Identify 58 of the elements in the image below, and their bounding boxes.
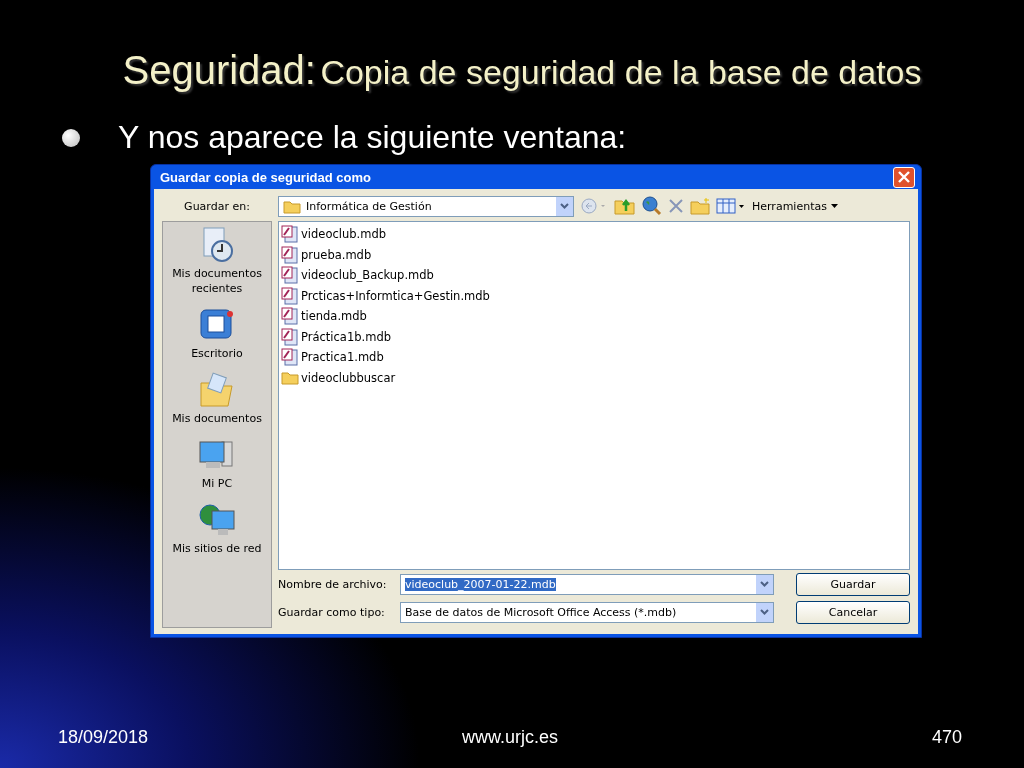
caret-icon (760, 581, 769, 587)
places-item[interactable]: Mi PC (167, 436, 267, 491)
file-item[interactable]: Practica1.mdb (301, 350, 384, 365)
folder-icon (283, 198, 301, 214)
database-file-icon (281, 327, 299, 346)
dropdown-button[interactable] (756, 574, 773, 594)
slide-date: 18/09/2018 (58, 727, 149, 748)
globe-search-icon (642, 196, 662, 216)
database-file-icon (281, 245, 299, 264)
views-button[interactable] (716, 197, 746, 215)
views-icon (716, 197, 746, 215)
cancel-button[interactable]: Cancelar (796, 600, 910, 624)
file-item[interactable]: Prcticas+Informtica+Gestin.mdb (301, 288, 490, 303)
close-button[interactable] (893, 166, 915, 188)
database-file-icon (281, 307, 299, 326)
folder-icon (281, 370, 299, 386)
database-file-icon (281, 286, 299, 305)
file-item[interactable]: videoclubbuscar (301, 370, 396, 385)
folder-up-icon (614, 197, 636, 215)
slide-number: 470 (931, 727, 962, 748)
close-icon (898, 171, 910, 183)
places-item[interactable]: Mis sitios de red (167, 501, 267, 556)
window-title: Guardar copia de seguridad como (160, 169, 371, 185)
places-item[interactable]: Mis documentos (167, 371, 267, 426)
bullet-icon (62, 128, 80, 147)
dropdown-button[interactable] (556, 196, 573, 216)
location-dropdown[interactable]: Informática de Gestión (278, 195, 574, 217)
caret-icon (760, 609, 769, 615)
new-folder-icon (690, 197, 710, 215)
dropdown-button[interactable] (756, 602, 773, 622)
search-web-button[interactable] (642, 196, 662, 216)
location-label: Guardar en: (183, 199, 251, 213)
slide-title: Seguridad:Copia de seguridad de la base de datos (121, 47, 923, 94)
file-item[interactable]: tienda.mdb (301, 309, 367, 324)
file-item[interactable]: videoclub_Backup.mdb (301, 268, 434, 283)
file-item[interactable]: videoclub.mdb (301, 227, 386, 242)
database-file-icon (281, 348, 299, 367)
database-file-icon (281, 225, 299, 244)
caret-icon (830, 204, 838, 208)
caret-icon (560, 203, 569, 209)
back-icon (580, 197, 608, 215)
places-item[interactable]: Escritorio (167, 306, 267, 361)
file-type-label: Guardar como tipo: (278, 605, 386, 619)
places-item[interactable]: Mis documentos recientes (167, 226, 267, 296)
database-file-icon (281, 266, 299, 285)
filename-field[interactable]: videoclub_2007-01-22.mdb (400, 573, 774, 595)
tools-menu[interactable]: Herramientas (752, 199, 838, 213)
file-item[interactable]: prueba.mdb (301, 247, 372, 262)
save-button[interactable]: Guardar (796, 572, 910, 596)
delete-button[interactable] (668, 198, 684, 214)
up-folder-button[interactable] (614, 197, 636, 215)
bullet-text: Y nos aparece la siguiente ventana: (118, 119, 627, 156)
slide-url: www.urjc.es (461, 727, 558, 748)
folder-documents-icon (198, 371, 236, 409)
delete-icon (668, 198, 684, 214)
filename-label: Nombre de archivo: (278, 577, 388, 591)
file-item[interactable]: Práctica1b.mdb (301, 329, 391, 344)
file-type-dropdown[interactable]: Base de datos de Microsoft Office Access (*.mdb) (400, 601, 774, 623)
